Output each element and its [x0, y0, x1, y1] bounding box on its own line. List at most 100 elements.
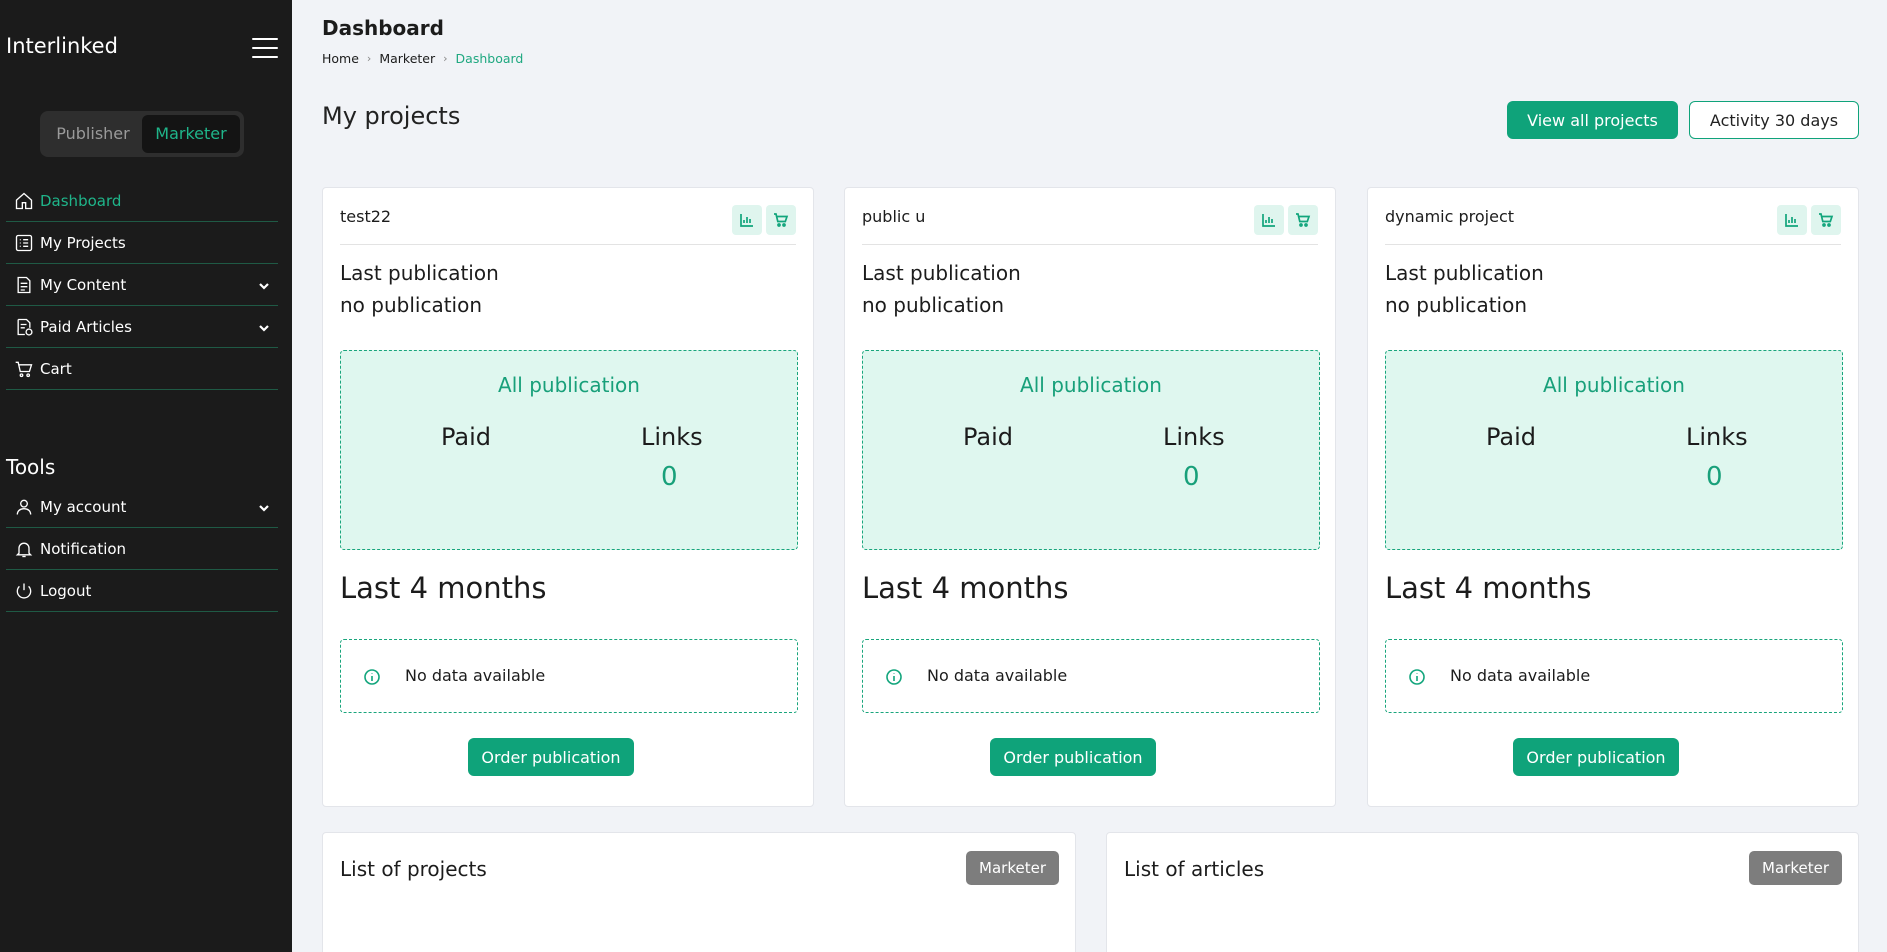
all-publication-label: All publication — [498, 373, 640, 397]
last-publication-value: no publication — [862, 293, 1005, 317]
sidebar: Interlinked Publisher Marketer Dashboard… — [0, 0, 292, 952]
no-data-alert: No data available — [1385, 639, 1843, 713]
last-publication-label: Last publication — [862, 261, 1021, 285]
cart-icon[interactable] — [1288, 205, 1318, 235]
role-toggle: Publisher Marketer — [40, 111, 244, 157]
paid-label: Paid — [963, 423, 1014, 451]
chevron-down-icon[interactable] — [258, 278, 270, 290]
last-4-months-title: Last 4 months — [862, 571, 1069, 605]
no-data-text: No data available — [1450, 666, 1591, 685]
chevron-down-icon[interactable] — [258, 320, 270, 332]
project-name[interactable]: public u — [862, 207, 925, 226]
info-icon — [363, 668, 381, 686]
tools-nav: My account Notification Logout — [6, 486, 278, 612]
cart-icon[interactable] — [766, 205, 796, 235]
user-icon — [6, 497, 40, 517]
order-publication-button[interactable]: Order publication — [1513, 738, 1679, 776]
order-publication-button[interactable]: Order publication — [468, 738, 634, 776]
divider — [862, 244, 1318, 245]
sidebar-item-label: My Projects — [40, 233, 126, 252]
links-count: 0 — [1183, 462, 1200, 492]
sidebar-item-label: Notification — [40, 539, 127, 558]
sidebar-item-logout[interactable]: Logout — [6, 570, 278, 612]
info-icon — [885, 668, 903, 686]
no-data-text: No data available — [405, 666, 546, 685]
stats-icon[interactable] — [1254, 205, 1284, 235]
sidebar-item-label: My account — [40, 497, 127, 516]
links-label: Links — [1163, 423, 1225, 451]
page-title: Dashboard — [322, 16, 444, 40]
sidebar-item-my-projects[interactable]: My Projects — [6, 222, 278, 264]
brand-logo: Interlinked — [6, 34, 118, 58]
home-icon — [6, 191, 40, 211]
project-card: public u Last publication no publication… — [844, 187, 1336, 807]
paid-document-icon — [6, 317, 40, 337]
project-name[interactable]: dynamic project — [1385, 207, 1514, 226]
project-card: dynamic project Last publication no publ… — [1367, 187, 1859, 807]
breadcrumb-separator: › — [443, 52, 448, 65]
all-publication-label: All publication — [1020, 373, 1162, 397]
my-projects-title: My projects — [322, 102, 461, 130]
publisher-toggle[interactable]: Publisher — [44, 115, 142, 153]
panel-title: List of articles — [1124, 857, 1265, 881]
sidebar-item-label: Logout — [40, 581, 92, 600]
sidebar-item-dashboard[interactable]: Dashboard — [6, 180, 278, 222]
main-nav: Dashboard My Projects My Content Paid Ar… — [6, 180, 278, 390]
breadcrumb-current: Dashboard — [455, 51, 524, 66]
links-label: Links — [641, 423, 703, 451]
list-icon — [6, 233, 40, 253]
info-icon — [1408, 668, 1426, 686]
all-publication-box: All publication Paid Links 0 — [340, 350, 798, 550]
list-of-projects-panel: List of projects Marketer — [322, 832, 1076, 952]
cart-icon[interactable] — [1811, 205, 1841, 235]
breadcrumb-home[interactable]: Home — [322, 51, 359, 66]
last-publication-label: Last publication — [340, 261, 499, 285]
marketer-badge[interactable]: Marketer — [966, 851, 1059, 885]
panel-title: List of projects — [340, 857, 487, 881]
power-icon — [6, 581, 40, 601]
sidebar-item-label: Cart — [40, 359, 72, 378]
cart-icon — [6, 359, 40, 379]
marketer-toggle[interactable]: Marketer — [142, 115, 240, 153]
sidebar-item-label: My Content — [40, 275, 127, 294]
list-of-articles-panel: List of articles Marketer — [1106, 832, 1859, 952]
breadcrumb-marketer[interactable]: Marketer — [379, 51, 435, 66]
paid-label: Paid — [441, 423, 492, 451]
links-count: 0 — [1706, 462, 1723, 492]
last-publication-label: Last publication — [1385, 261, 1544, 285]
paid-label: Paid — [1486, 423, 1537, 451]
menu-icon[interactable] — [252, 38, 278, 58]
no-data-alert: No data available — [862, 639, 1320, 713]
bell-icon — [6, 539, 40, 559]
divider — [340, 244, 796, 245]
no-data-alert: No data available — [340, 639, 798, 713]
tools-heading: Tools — [6, 455, 56, 479]
all-publication-label: All publication — [1543, 373, 1685, 397]
all-publication-box: All publication Paid Links 0 — [1385, 350, 1843, 550]
sidebar-item-label: Paid Articles — [40, 317, 132, 336]
breadcrumb-separator: › — [366, 52, 372, 65]
view-all-projects-button[interactable]: View all projects — [1507, 101, 1678, 139]
sidebar-item-cart[interactable]: Cart — [6, 348, 278, 390]
last-4-months-title: Last 4 months — [1385, 571, 1592, 605]
all-publication-box: All publication Paid Links 0 — [862, 350, 1320, 550]
sidebar-item-my-content[interactable]: My Content — [6, 264, 278, 306]
links-count: 0 — [661, 462, 678, 492]
chevron-down-icon[interactable] — [258, 500, 270, 512]
stats-icon[interactable] — [732, 205, 762, 235]
breadcrumb: Home › Marketer › Dashboard — [322, 51, 523, 66]
document-icon — [6, 275, 40, 295]
project-card: test22 Last publication no publication A… — [322, 187, 814, 807]
order-publication-button[interactable]: Order publication — [990, 738, 1156, 776]
activity-30-days-button[interactable]: Activity 30 days — [1689, 101, 1859, 139]
stats-icon[interactable] — [1777, 205, 1807, 235]
last-4-months-title: Last 4 months — [340, 571, 547, 605]
marketer-badge[interactable]: Marketer — [1749, 851, 1842, 885]
divider — [1385, 244, 1841, 245]
no-data-text: No data available — [927, 666, 1068, 685]
sidebar-item-my-account[interactable]: My account — [6, 486, 278, 528]
sidebar-item-notification[interactable]: Notification — [6, 528, 278, 570]
project-name[interactable]: test22 — [340, 207, 391, 226]
sidebar-item-paid-articles[interactable]: Paid Articles — [6, 306, 278, 348]
last-publication-value: no publication — [1385, 293, 1528, 317]
